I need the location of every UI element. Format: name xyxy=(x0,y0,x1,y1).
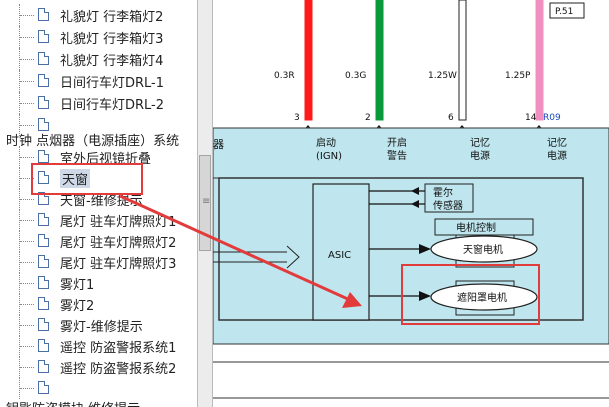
annotation-overlay xyxy=(119,194,362,308)
annotation-arrow-head xyxy=(342,292,362,308)
annotation-arrow-line xyxy=(119,194,351,302)
